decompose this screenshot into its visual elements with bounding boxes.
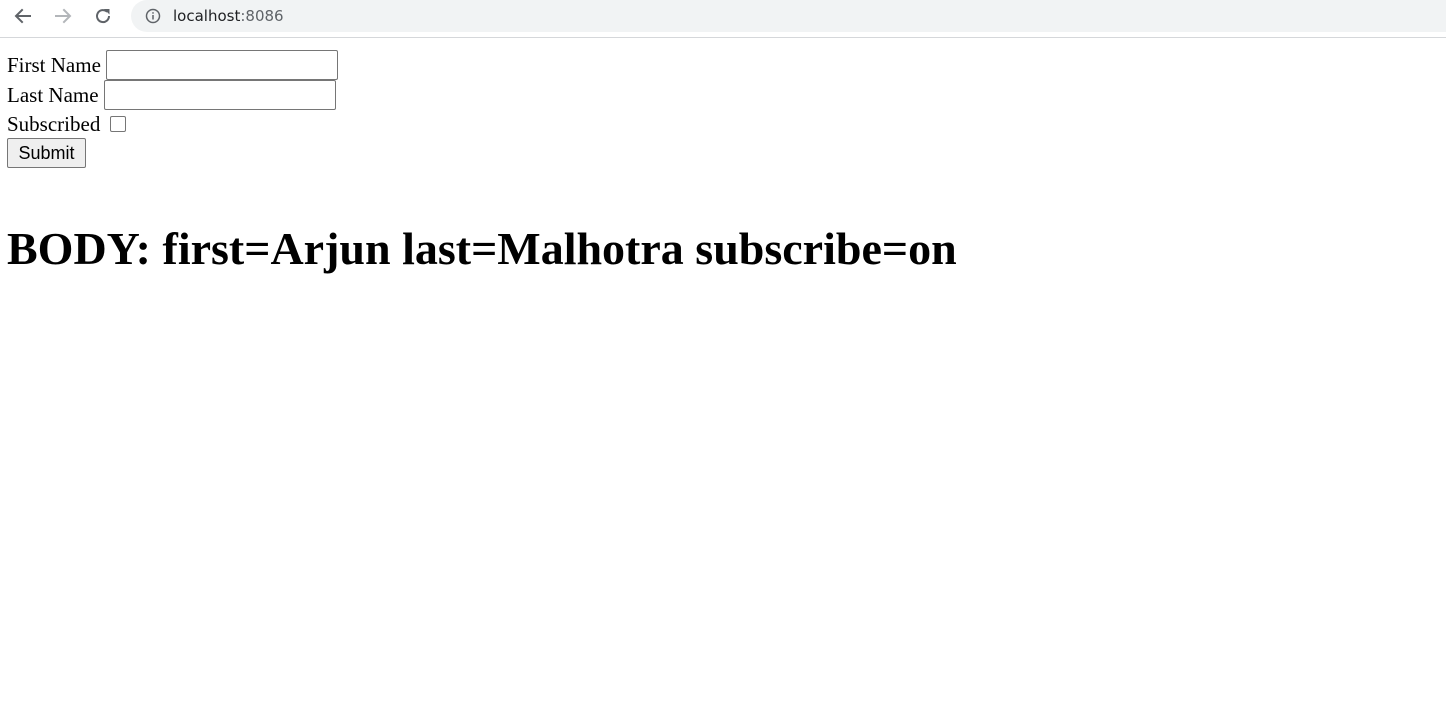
reload-icon — [96, 9, 111, 24]
back-button[interactable] — [8, 3, 38, 29]
subscribed-row: Subscribed — [7, 111, 127, 137]
result-heading: BODY: first=Arjun last=Malhotra subscrib… — [7, 223, 957, 274]
url-text[interactable]: localhost:8086 — [173, 7, 284, 25]
last-name-label: Last Name — [7, 83, 99, 107]
last-name-row: Last Name — [7, 80, 336, 110]
info-circle-icon[interactable] — [145, 8, 161, 24]
browser-toolbar: localhost:8086 — [0, 0, 1446, 38]
url-host: localhost — [173, 7, 241, 25]
reload-button[interactable] — [88, 3, 118, 29]
subscribed-checkbox[interactable] — [110, 116, 127, 132]
first-name-label: First Name — [7, 53, 101, 77]
first-name-input[interactable] — [105, 50, 338, 80]
first-name-row: First Name — [7, 50, 338, 80]
arrow-right-icon — [55, 8, 72, 24]
forward-button[interactable] — [48, 3, 78, 29]
arrow-left-icon — [14, 8, 31, 24]
subscribed-label: Subscribed — [7, 112, 101, 136]
url-port: :8086 — [240, 7, 284, 25]
address-bar[interactable]: localhost:8086 — [131, 0, 1446, 32]
last-name-input[interactable] — [103, 80, 336, 110]
submit-button[interactable]: Submit — [7, 138, 86, 168]
page-content: First Name Last Name Subscribed Submit B… — [0, 39, 1446, 715]
